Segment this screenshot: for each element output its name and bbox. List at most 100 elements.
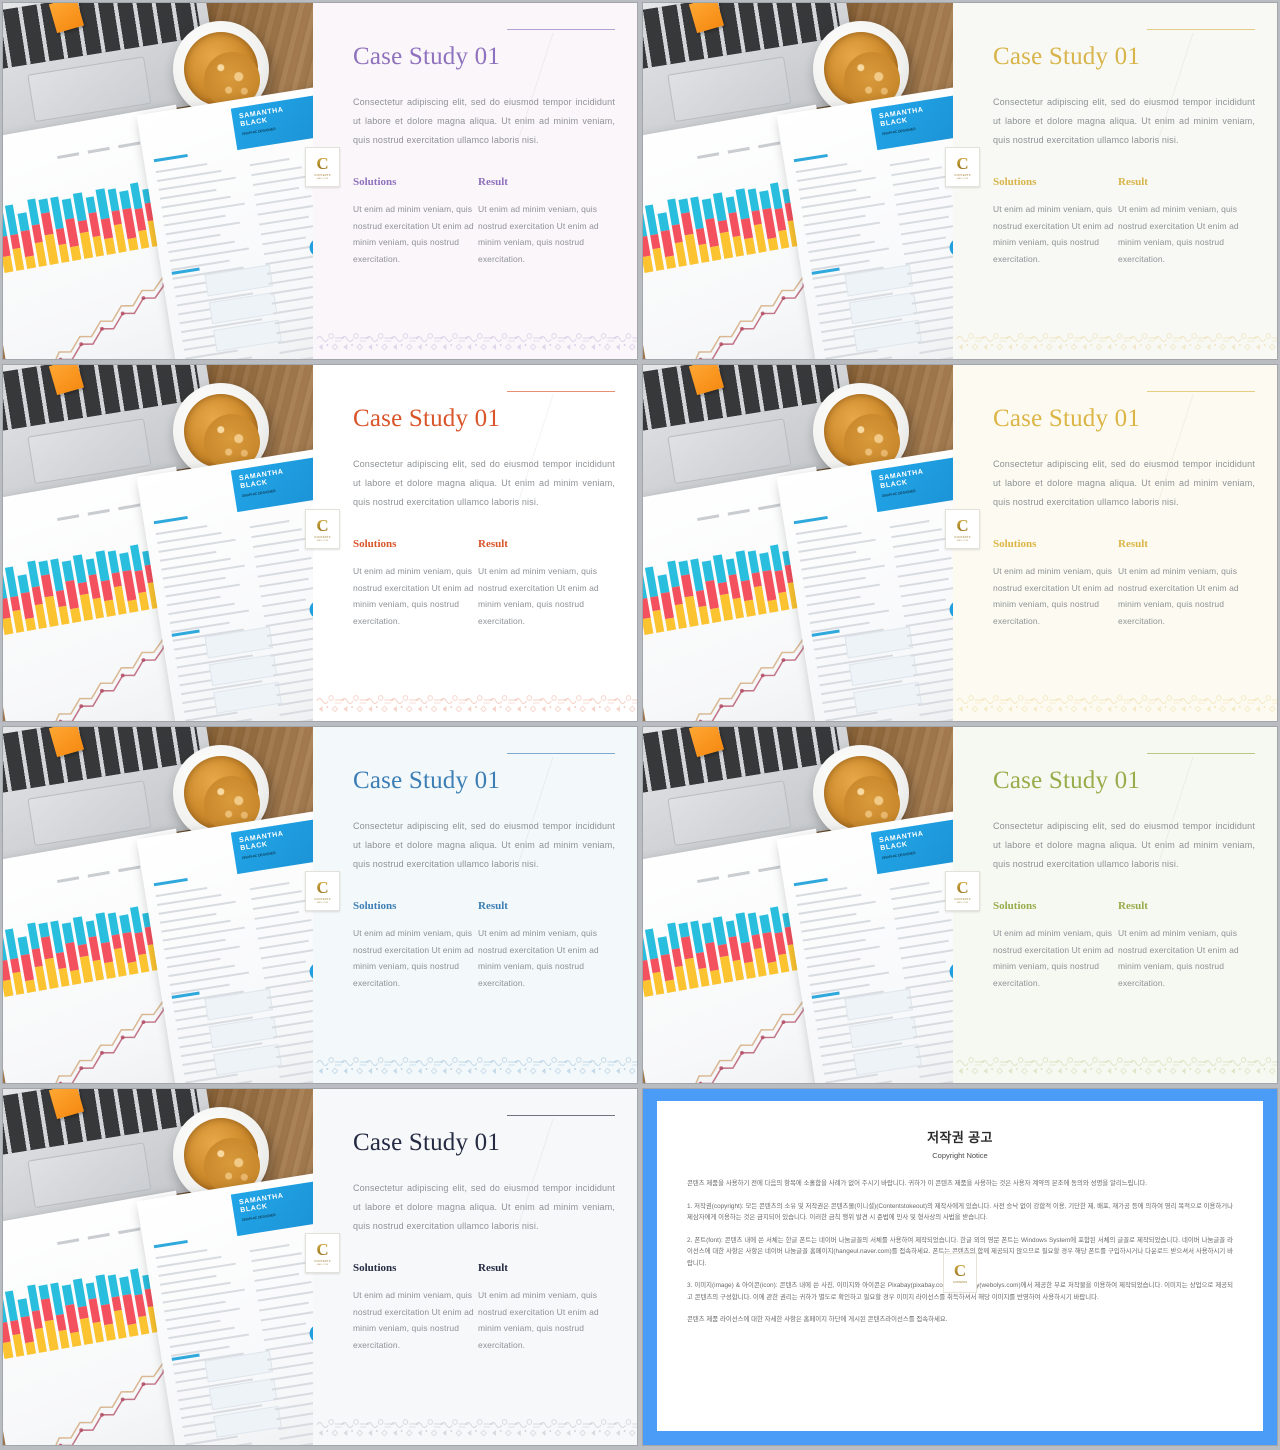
bottom-pattern: [953, 692, 1277, 714]
result-body: Ut enim ad minim veniam, quis nostrud ex…: [1118, 204, 1239, 264]
copyright-clause-1: 1. 저작권(copyright): 모든 콘텐츠의 소유 및 저작권은 콘텐츠…: [687, 1202, 1233, 1222]
result-body: Ut enim ad minim veniam, quis nostrud ex…: [478, 1290, 599, 1350]
solutions-heading: Solutions: [993, 538, 1037, 550]
coffee-liquid: [184, 756, 260, 832]
watermark-logo: C CONTENTS: [943, 1253, 977, 1293]
brand-logo: C CONTENTS MALL.COM: [305, 871, 340, 911]
brand-logo: C CONTENTS MALL.COM: [305, 1233, 340, 1273]
slide-content: Case Study 01 Consectetur adipiscing eli…: [305, 727, 637, 1083]
accent-line: [1147, 753, 1255, 754]
lead-paragraph: Consectetur adipiscing elit, sed do eius…: [993, 459, 1255, 507]
result-body: Ut enim ad minim veniam, quis nostrud ex…: [478, 204, 599, 264]
logo-letter: C: [316, 877, 329, 897]
logo-tagline: MALL.COM: [316, 177, 329, 180]
result-body: Ut enim ad minim veniam, quis nostrud ex…: [478, 928, 599, 988]
chart-legend: [697, 865, 781, 884]
copyright-title: 저작권 공고: [927, 1130, 993, 1145]
logo-name: CONTENTS: [314, 535, 331, 539]
page-title: Case Study 01: [993, 767, 1141, 794]
logo-tagline: MALL.COM: [316, 539, 329, 542]
chart-legend: [697, 141, 781, 160]
blue-frame: 저작권 공고 Copyright Notice 콘텐츠 제품을 사용하기 전에 …: [643, 1089, 1277, 1445]
logo-letter: C: [316, 153, 329, 173]
solutions-column: Solutions Ut enim ad minim veniam, quis …: [993, 900, 1118, 991]
lead-paragraph: Consectetur adipiscing elit, sed do eius…: [353, 459, 615, 507]
slide-content: Case Study 01 Consectetur adipiscing eli…: [945, 3, 1277, 359]
resume-name-banner: SAMANTHA BLACK GRAPHIC DESIGNER: [870, 457, 953, 513]
logo-tagline: MALL.COM: [316, 901, 329, 904]
slide-thumbnail-grid: SAMANTHA BLACK GRAPHIC DESIGNER Case Stud…: [0, 0, 1280, 1450]
slide-amber[interactable]: SAMANTHA BLACK GRAPHIC DESIGNER Case Stud…: [643, 365, 1277, 721]
slide-content: Case Study 01 Consectetur adipiscing eli…: [305, 1089, 637, 1445]
solutions-column: Solutions Ut enim ad minim veniam, quis …: [993, 538, 1118, 629]
slide-copyright-notice[interactable]: 저작권 공고 Copyright Notice 콘텐츠 제품을 사용하기 전에 …: [643, 1089, 1277, 1445]
logo-tagline: MALL.COM: [956, 539, 969, 542]
solutions-column: Solutions Ut enim ad minim veniam, quis …: [353, 900, 478, 991]
logo-name: CONTENTS: [314, 897, 331, 901]
result-column: Result Ut enim ad minim veniam, quis nos…: [1118, 900, 1243, 991]
resume-name-banner: SAMANTHA BLACK GRAPHIC DESIGNER: [230, 457, 313, 513]
slide-gold[interactable]: SAMANTHA BLACK GRAPHIC DESIGNER Case Stud…: [643, 3, 1277, 359]
solutions-column: Solutions Ut enim ad minim veniam, quis …: [353, 1262, 478, 1353]
lead-paragraph: Consectetur adipiscing elit, sed do eius…: [993, 821, 1255, 869]
accent-line: [1147, 29, 1255, 30]
coffee-liquid: [184, 32, 260, 108]
logo-name: CONTENTS: [954, 535, 971, 539]
solutions-body: Ut enim ad minim veniam, quis nostrud ex…: [353, 204, 474, 264]
brand-logo: C CONTENTS MALL.COM: [945, 509, 980, 549]
lead-paragraph: Consectetur adipiscing elit, sed do eius…: [353, 1183, 615, 1231]
brand-logo: C CONTENTS MALL.COM: [945, 147, 980, 187]
bottom-pattern: [953, 330, 1277, 352]
resume-name-banner: SAMANTHA BLACK GRAPHIC DESIGNER: [230, 819, 313, 875]
result-column: Result Ut enim ad minim veniam, quis nos…: [1118, 538, 1243, 629]
solutions-column: Solutions Ut enim ad minim veniam, quis …: [353, 538, 478, 629]
watermark-letter: C: [953, 1261, 967, 1280]
logo-tagline: MALL.COM: [956, 901, 969, 904]
result-body: Ut enim ad minim veniam, quis nostrud ex…: [1118, 566, 1239, 626]
desk-photo: SAMANTHA BLACK GRAPHIC DESIGNER: [3, 727, 313, 1083]
resume-name-banner: SAMANTHA BLACK GRAPHIC DESIGNER: [870, 95, 953, 151]
lead-paragraph: Consectetur adipiscing elit, sed do eius…: [993, 97, 1255, 145]
slide-content: Case Study 01 Consectetur adipiscing eli…: [945, 727, 1277, 1083]
desk-photo: SAMANTHA BLACK GRAPHIC DESIGNER: [643, 365, 953, 721]
desk-photo: SAMANTHA BLACK GRAPHIC DESIGNER: [643, 3, 953, 359]
result-column: Result Ut enim ad minim veniam, quis nos…: [1118, 176, 1243, 267]
solutions-column: Solutions Ut enim ad minim veniam, quis …: [353, 176, 478, 267]
detail-columns: Solutions Ut enim ad minim veniam, quis …: [353, 176, 603, 267]
bottom-pattern: [313, 692, 637, 714]
solutions-heading: Solutions: [993, 900, 1037, 912]
chart-legend: [57, 141, 141, 160]
copyright-page: 저작권 공고 Copyright Notice 콘텐츠 제품을 사용하기 전에 …: [657, 1101, 1263, 1431]
solutions-heading: Solutions: [353, 538, 397, 550]
logo-tagline: MALL.COM: [956, 177, 969, 180]
desk-photo: SAMANTHA BLACK GRAPHIC DESIGNER: [3, 365, 313, 721]
brand-logo: C CONTENTS MALL.COM: [945, 871, 980, 911]
result-heading: Result: [478, 538, 508, 550]
slide-blue[interactable]: SAMANTHA BLACK GRAPHIC DESIGNER Case Stud…: [3, 727, 637, 1083]
lead-paragraph: Consectetur adipiscing elit, sed do eius…: [353, 821, 615, 869]
chart-legend: [57, 865, 141, 884]
detail-columns: Solutions Ut enim ad minim veniam, quis …: [993, 538, 1243, 629]
slide-content: Case Study 01 Consectetur adipiscing eli…: [945, 365, 1277, 721]
slide-orange[interactable]: SAMANTHA BLACK GRAPHIC DESIGNER Case Stud…: [3, 365, 637, 721]
logo-tagline: MALL.COM: [316, 1263, 329, 1266]
logo-name: CONTENTS: [314, 173, 331, 177]
slide-purple[interactable]: SAMANTHA BLACK GRAPHIC DESIGNER Case Stud…: [3, 3, 637, 359]
copyright-intro: 콘텐츠 제품을 사용하기 전에 다음의 항목에 소홀함을 사례가 없어 주시기 …: [687, 1180, 1148, 1187]
result-column: Result Ut enim ad minim veniam, quis nos…: [478, 538, 603, 629]
bottom-pattern: [313, 1054, 637, 1076]
resume-name-banner: SAMANTHA BLACK GRAPHIC DESIGNER: [230, 1181, 313, 1237]
chart-legend: [57, 1227, 141, 1246]
detail-columns: Solutions Ut enim ad minim veniam, quis …: [993, 900, 1243, 991]
slide-navy[interactable]: SAMANTHA BLACK GRAPHIC DESIGNER Case Stud…: [3, 1089, 637, 1445]
page-title: Case Study 01: [993, 405, 1141, 432]
slide-green[interactable]: SAMANTHA BLACK GRAPHIC DESIGNER Case Stud…: [643, 727, 1277, 1083]
copyright-footer: 콘텐츠 제품 라이선스에 대한 자세한 사항은 홈페이지 하단에 게시된 콘텐츠…: [687, 1316, 948, 1323]
logo-name: CONTENTS: [314, 1259, 331, 1263]
logo-name: CONTENTS: [954, 897, 971, 901]
solutions-body: Ut enim ad minim veniam, quis nostrud ex…: [993, 566, 1114, 626]
detail-columns: Solutions Ut enim ad minim veniam, quis …: [353, 538, 603, 629]
brand-logo: C CONTENTS MALL.COM: [305, 147, 340, 187]
coffee-liquid: [824, 394, 900, 470]
logo-letter: C: [316, 515, 329, 535]
